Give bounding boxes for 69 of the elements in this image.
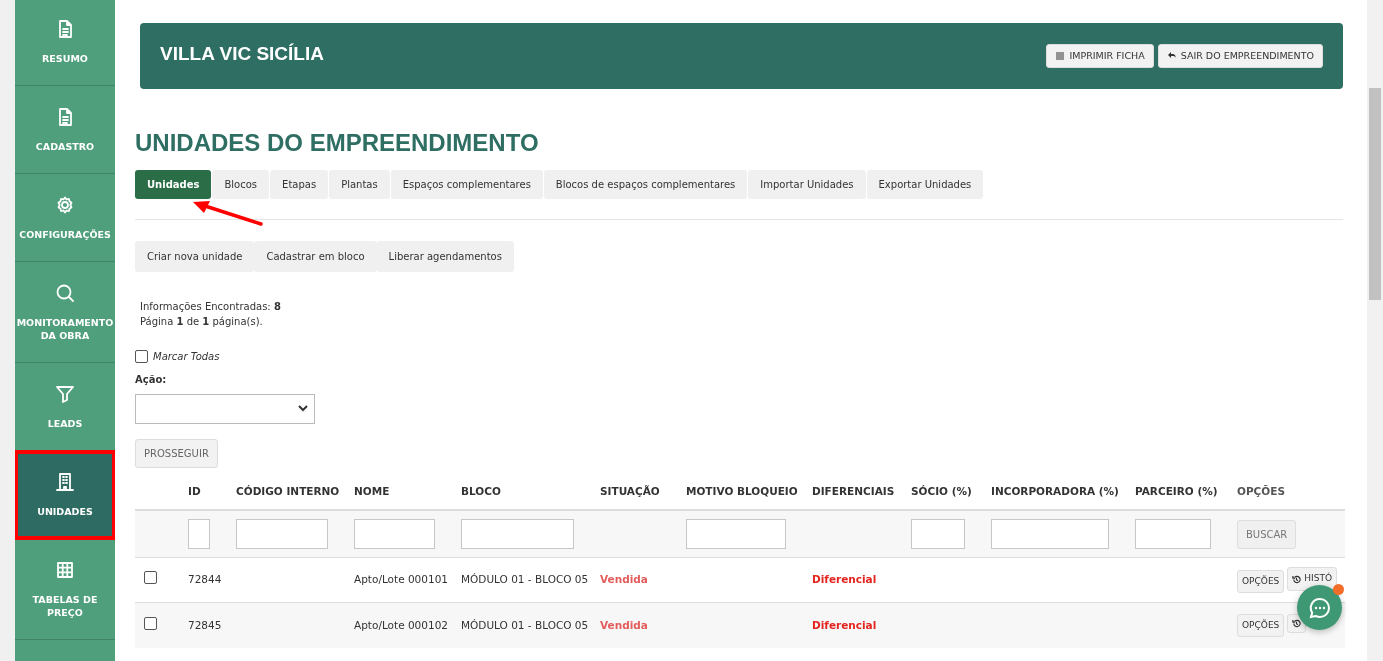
settings-icon bbox=[55, 195, 75, 215]
filter-field[interactable] bbox=[686, 519, 786, 550]
history-icon bbox=[1292, 574, 1302, 584]
extras-text: Diferencial bbox=[812, 573, 877, 586]
funnel-icon bbox=[55, 384, 75, 404]
checkbox-label: Marcar Todas bbox=[153, 349, 220, 364]
status-text: Vendida bbox=[600, 618, 648, 631]
results-info: Página 1 de 1 página(s). bbox=[140, 314, 264, 329]
chat-bubble-icon bbox=[1307, 595, 1332, 620]
status-text: Vendida bbox=[600, 573, 648, 586]
column-header: CÓDIGO INTERNO bbox=[227, 475, 345, 510]
extras-text: Diferencial bbox=[812, 618, 877, 631]
column-header: BLOCO bbox=[452, 475, 591, 510]
results-info: Informações Encontradas: 8 bbox=[140, 299, 282, 314]
header-button[interactable]: SAIR DO EMPREENDIMENTO bbox=[1157, 43, 1323, 69]
history-icon bbox=[1292, 618, 1302, 628]
column-header: SITUAÇÃO bbox=[591, 475, 677, 510]
row-checkbox[interactable] bbox=[144, 571, 157, 585]
reply-arrow-icon bbox=[1166, 51, 1177, 61]
tab[interactable]: Importar Unidades bbox=[748, 169, 866, 199]
action-button[interactable]: Liberar agendamentos bbox=[376, 240, 514, 272]
search-button[interactable]: BUSCAR bbox=[1237, 519, 1297, 549]
tab[interactable]: Blocos bbox=[212, 169, 270, 199]
filter-field[interactable] bbox=[188, 519, 210, 550]
table-cell: MÓDULO 01 - BLOCO 05 bbox=[461, 573, 589, 586]
filter-field[interactable] bbox=[1135, 519, 1211, 550]
filter-field[interactable] bbox=[236, 519, 328, 550]
grid-icon bbox=[55, 560, 75, 580]
table-cell: MÓDULO 01 - BLOCO 05 bbox=[461, 618, 589, 631]
options-button[interactable]: OPÇÕES bbox=[1237, 569, 1285, 594]
filter-field[interactable] bbox=[911, 519, 965, 550]
column-header: SÓCIO (%) bbox=[902, 475, 982, 510]
sidebar-item[interactable]: UNIDADES bbox=[15, 451, 115, 539]
action-button[interactable]: Criar nova unidade bbox=[135, 240, 255, 272]
filter-field[interactable] bbox=[354, 519, 435, 550]
page-title: UNIDADES DO EMPREENDIMENTO bbox=[135, 129, 540, 158]
options-button[interactable]: OPÇÕES bbox=[1237, 613, 1285, 638]
scrollbar[interactable] bbox=[1367, 0, 1383, 661]
table-cell: 72844 bbox=[188, 573, 222, 586]
column-header: DIFERENCIAIS bbox=[803, 475, 902, 510]
field-label: Ação: bbox=[135, 372, 168, 387]
action-button[interactable]: Cadastrar em bloco bbox=[254, 240, 377, 272]
tab[interactable]: Plantas bbox=[329, 169, 390, 199]
table-cell: Apto/Lote 000102 bbox=[354, 618, 448, 631]
filter-field[interactable] bbox=[991, 519, 1109, 550]
tab[interactable]: Unidades bbox=[135, 169, 212, 199]
column-header: MOTIVO BLOQUEIO bbox=[677, 475, 803, 510]
building-icon bbox=[55, 472, 75, 492]
column-header: ID bbox=[179, 475, 227, 510]
column-header: NOME bbox=[345, 475, 452, 510]
project-title: VILLA VIC SICÍLIA bbox=[160, 42, 324, 66]
tab[interactable]: Blocos de espaços complementares bbox=[543, 169, 748, 199]
proceed-button[interactable]: PROSSEGUIR bbox=[135, 438, 218, 468]
column-header: INCORPORADORA (%) bbox=[982, 475, 1126, 510]
column-header: PARCEIRO (%) bbox=[1126, 475, 1228, 510]
tab[interactable]: Espaços complementares bbox=[390, 169, 543, 199]
filter-field[interactable] bbox=[461, 519, 574, 550]
search-icon bbox=[55, 283, 75, 303]
chevron-down-icon bbox=[298, 405, 308, 413]
table-cell: 72845 bbox=[188, 618, 222, 631]
tab[interactable]: Exportar Unidades bbox=[866, 169, 984, 199]
column-header: OPÇÕES bbox=[1228, 475, 1345, 510]
checkbox[interactable] bbox=[135, 349, 148, 363]
history-button[interactable]: HISTÓ bbox=[1287, 567, 1337, 591]
action-select[interactable] bbox=[135, 393, 315, 424]
row-checkbox[interactable] bbox=[144, 616, 157, 630]
table-cell: Apto/Lote 000101 bbox=[354, 573, 448, 586]
header-button[interactable]: IMPRIMIR FICHA bbox=[1046, 43, 1154, 69]
tab[interactable]: Etapas bbox=[270, 169, 329, 199]
